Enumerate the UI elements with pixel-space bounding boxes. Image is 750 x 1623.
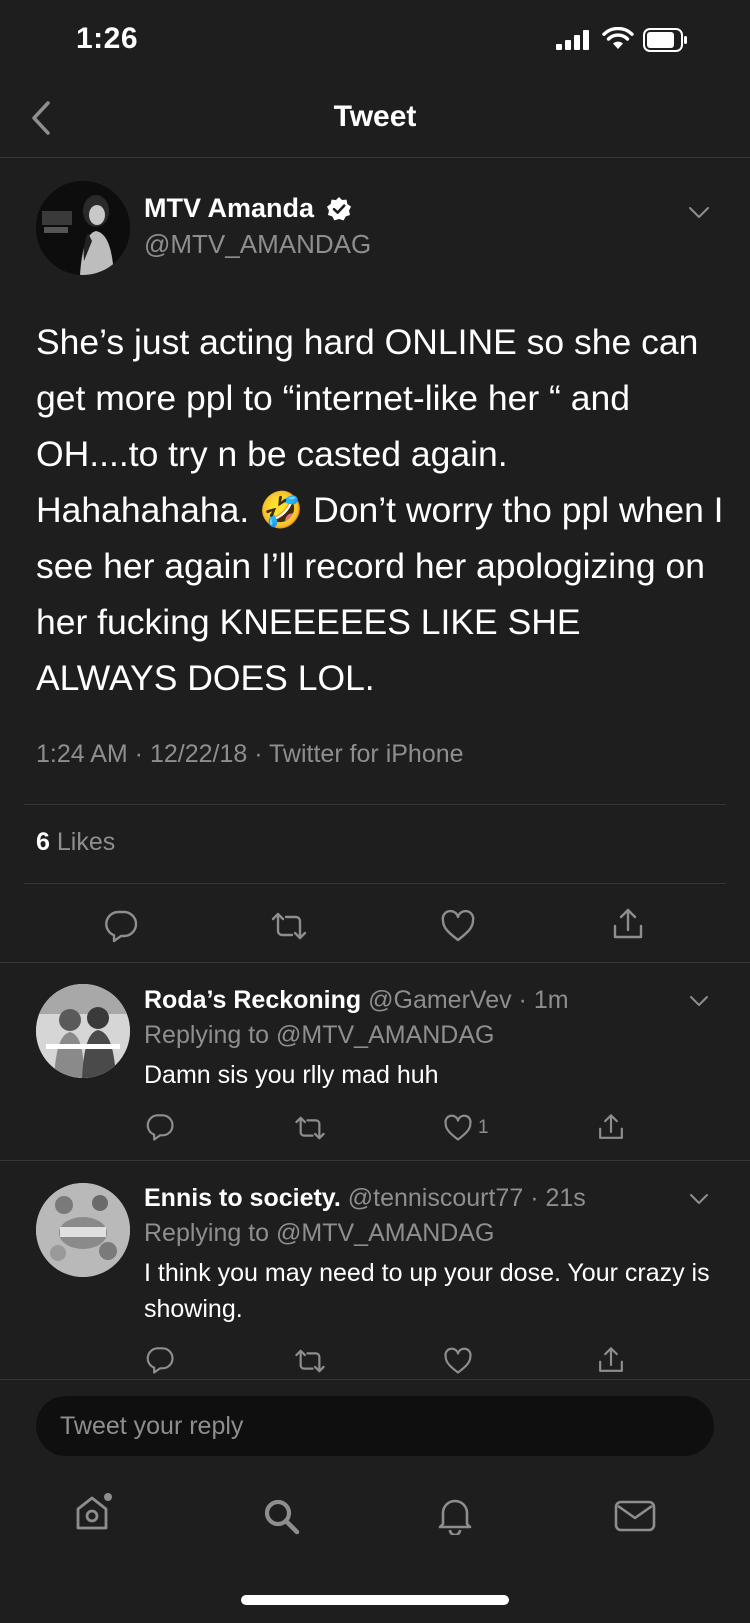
verified-badge-icon bbox=[326, 196, 352, 222]
like-count: 1 bbox=[478, 1117, 489, 1138]
reply-author-name[interactable]: Roda’s Reckoning bbox=[144, 986, 361, 1014]
retweet-icon[interactable] bbox=[293, 1347, 327, 1375]
reply-header[interactable]: Roda’s Reckoning @GamerVev · 1m bbox=[144, 986, 569, 1015]
replying-to[interactable]: Replying to @MTV_AMANDAG bbox=[144, 1219, 494, 1248]
author-avatar[interactable] bbox=[36, 181, 130, 275]
home-icon[interactable] bbox=[74, 1493, 114, 1533]
like-icon[interactable] bbox=[440, 909, 476, 943]
search-icon[interactable] bbox=[262, 1497, 302, 1537]
retweet-icon[interactable] bbox=[269, 910, 309, 942]
share-icon[interactable] bbox=[596, 1345, 626, 1375]
reply-icon[interactable] bbox=[145, 1345, 175, 1375]
chevron-down-icon[interactable] bbox=[689, 1193, 709, 1205]
page-title: Tweet bbox=[333, 100, 417, 133]
chevron-down-icon[interactable] bbox=[689, 995, 709, 1007]
messages-icon[interactable] bbox=[614, 1500, 656, 1532]
reply-icon[interactable] bbox=[145, 1112, 175, 1142]
divider bbox=[0, 962, 750, 963]
share-icon[interactable] bbox=[596, 1112, 626, 1142]
notifications-icon[interactable] bbox=[437, 1495, 473, 1535]
divider bbox=[0, 1160, 750, 1161]
home-indicator[interactable] bbox=[241, 1595, 509, 1605]
divider bbox=[24, 883, 726, 884]
author-name[interactable]: MTV Amanda bbox=[144, 193, 314, 224]
like-icon[interactable] bbox=[443, 1114, 473, 1142]
share-icon[interactable] bbox=[610, 906, 646, 942]
header-divider bbox=[0, 157, 750, 158]
retweet-icon[interactable] bbox=[293, 1114, 327, 1142]
composer-divider bbox=[0, 1379, 750, 1380]
likes-count: 6 bbox=[36, 828, 50, 856]
reply-input-placeholder: Tweet your reply bbox=[60, 1412, 244, 1440]
signal-icon bbox=[556, 30, 590, 50]
author-handle[interactable]: @MTV_AMANDAG bbox=[144, 229, 371, 260]
tweet-timestamp: 1:24 AM · 12/22/18 · Twitter for iPhone bbox=[36, 740, 464, 768]
like-icon[interactable] bbox=[443, 1347, 473, 1375]
reply-avatar[interactable] bbox=[36, 1183, 130, 1277]
status-time: 1:26 bbox=[76, 22, 139, 55]
reply-icon[interactable] bbox=[103, 908, 139, 944]
replying-to[interactable]: Replying to @MTV_AMANDAG bbox=[144, 1021, 494, 1050]
reply-text: I think you may need to up your dose. Yo… bbox=[144, 1259, 710, 1323]
reply-author-name[interactable]: Ennis to society. bbox=[144, 1184, 341, 1212]
reply-text: Damn sis you rlly mad huh bbox=[144, 1061, 439, 1089]
divider bbox=[24, 804, 726, 805]
reply-author-handle[interactable]: @tenniscourt77 · 21s bbox=[348, 1184, 586, 1212]
battery-icon bbox=[643, 28, 689, 52]
reply-header[interactable]: Ennis to society. @tenniscourt77 · 21s bbox=[144, 1184, 586, 1213]
reply-author-handle[interactable]: @GamerVev · 1m bbox=[368, 986, 568, 1014]
likes-label: Likes bbox=[56, 828, 116, 856]
likes-stat[interactable]: 6 Likes bbox=[36, 828, 115, 857]
reply-avatar[interactable] bbox=[36, 984, 130, 1078]
chevron-down-icon[interactable] bbox=[688, 206, 710, 220]
tweet-text: She’s just acting hard ONLINE so she can… bbox=[36, 322, 724, 698]
wifi-icon bbox=[602, 27, 634, 51]
